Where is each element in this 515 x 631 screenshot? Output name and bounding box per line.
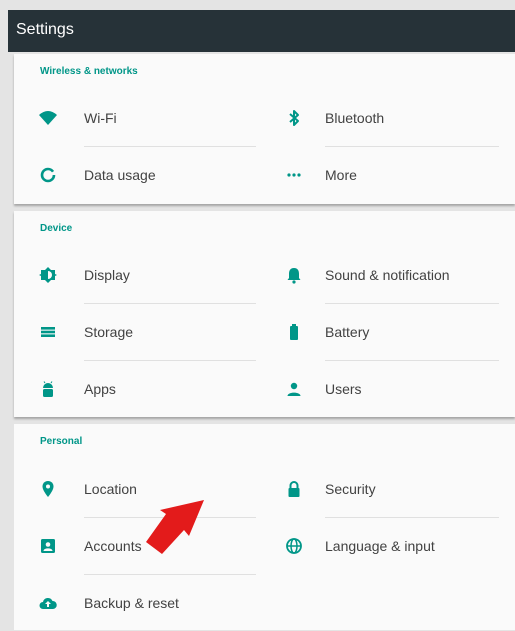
settings-item-label: Storage	[84, 324, 134, 340]
settings-item-users[interactable]: Users	[276, 361, 502, 417]
settings-item-label: Apps	[84, 381, 116, 397]
settings-item-sound-notification[interactable]: Sound & notification	[276, 247, 502, 303]
data-usage-icon	[38, 165, 58, 185]
settings-item-label: Bluetooth	[325, 110, 385, 126]
section-personal: Personal Location Security Accounts Lang…	[14, 424, 515, 630]
settings-item-label: Data usage	[84, 167, 156, 183]
android-icon	[38, 379, 58, 399]
settings-item-battery[interactable]: Battery	[276, 304, 502, 360]
settings-item-label: Battery	[325, 324, 370, 340]
settings-item-label: Security	[325, 481, 376, 497]
storage-icon	[38, 322, 58, 342]
settings-item-storage[interactable]: Storage	[14, 304, 240, 360]
settings-item-wifi[interactable]: Wi-Fi	[14, 90, 240, 146]
more-icon	[284, 165, 304, 185]
globe-icon	[284, 536, 304, 556]
annotation-arrow-icon	[146, 500, 204, 554]
section-heading: Device	[40, 223, 73, 234]
settings-item-backup-reset[interactable]: Backup & reset	[14, 575, 240, 631]
settings-item-data-usage[interactable]: Data usage	[14, 147, 240, 203]
settings-item-label: Sound & notification	[325, 267, 450, 283]
toolbar: Settings	[8, 10, 515, 52]
account-box-icon	[38, 536, 58, 556]
settings-item-label: Wi-Fi	[84, 110, 117, 126]
settings-item-label: Backup & reset	[84, 595, 179, 611]
settings-item-bluetooth[interactable]: Bluetooth	[276, 90, 502, 146]
section-heading: Wireless & networks	[40, 66, 138, 77]
location-pin-icon	[38, 479, 58, 499]
bell-icon	[284, 265, 304, 285]
lock-icon	[284, 479, 304, 499]
settings-item-label: Display	[84, 267, 130, 283]
settings-item-label: Users	[325, 381, 362, 397]
settings-item-more[interactable]: More	[276, 147, 502, 203]
bluetooth-icon	[284, 108, 304, 128]
cloud-upload-icon	[38, 593, 58, 613]
settings-item-apps[interactable]: Apps	[14, 361, 240, 417]
section-wireless-networks: Wireless & networks Wi-Fi Bluetooth Data…	[14, 54, 515, 204]
settings-item-language-input[interactable]: Language & input	[276, 518, 502, 574]
brightness-icon	[38, 265, 58, 285]
section-device: Device Display Sound & notification Stor…	[14, 211, 515, 417]
page-title: Settings	[16, 21, 74, 38]
battery-icon	[284, 322, 304, 342]
settings-item-security[interactable]: Security	[276, 461, 502, 517]
wifi-icon	[38, 108, 58, 128]
settings-item-label: Language & input	[325, 538, 435, 554]
person-icon	[284, 379, 304, 399]
settings-item-display[interactable]: Display	[14, 247, 240, 303]
settings-item-label: More	[325, 167, 357, 183]
section-heading: Personal	[40, 436, 83, 447]
settings-item-label: Location	[84, 481, 137, 497]
settings-item-label: Accounts	[84, 538, 142, 554]
